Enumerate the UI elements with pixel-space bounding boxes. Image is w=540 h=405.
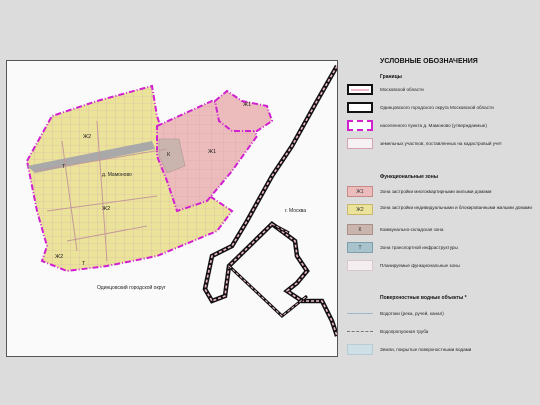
- swatch-zone-zh1: Ж1: [347, 186, 373, 197]
- zone-code: К: [167, 152, 171, 158]
- zone-code: Ж2: [83, 134, 92, 140]
- swatch-settlement-boundary: [347, 120, 373, 131]
- settlement-label: д. Мамоново: [102, 172, 132, 178]
- zone-label: Планируемые функциональные зоны: [380, 263, 460, 268]
- boundary-label: Одинцовского городского округа Московско…: [380, 105, 494, 110]
- swatch-zone-t: Т: [347, 242, 373, 253]
- swatch-planned-zones: [347, 260, 373, 271]
- water-label: Водопропускная труба: [380, 329, 429, 334]
- moscow-label: г. Москва: [285, 208, 307, 214]
- zone-code: Ж1: [208, 149, 217, 155]
- zone-label: Зона застройки индивидуальными и блокиро…: [380, 205, 532, 210]
- swatch-region-boundary: [347, 84, 373, 95]
- swatch-culvert: [347, 326, 373, 337]
- boundary-label: Московской области: [380, 87, 424, 92]
- boundary-label: земельных участков, поставленных на када…: [380, 141, 502, 146]
- zone-code: Т: [82, 261, 86, 267]
- legend-panel: УСЛОВНЫЕ ОБОЗНАЧЕНИЯ Границы Московской …: [345, 52, 535, 382]
- zone-code: Ж1: [243, 102, 252, 108]
- swatch-cadastral-plots: [347, 138, 373, 149]
- zone-label: Зона застройки многоквартирными жилыми д…: [380, 189, 492, 194]
- swatch-watercourse: [347, 308, 373, 319]
- swatch-zone-k: К: [347, 224, 373, 235]
- section-functional-title: Функциональные зоны: [380, 174, 438, 180]
- swatch-zone-zh2: Ж2: [347, 204, 373, 215]
- zone-code: Т: [62, 164, 66, 170]
- zone-code: Ж2: [102, 206, 111, 212]
- swatch-district-boundary: [347, 102, 373, 113]
- section-water-title: Поверхностные водные объекты *: [380, 295, 467, 301]
- water-label: Земли, покрытые поверхностными водами: [380, 347, 472, 352]
- district-label: Одинцовский городской округ: [97, 285, 166, 291]
- legend-title: УСЛОВНЫЕ ОБОЗНАЧЕНИЯ: [380, 58, 478, 65]
- zone-code: Ж2: [55, 254, 64, 260]
- map-sheet: д. Мамоново г. Москва Одинцовский городс…: [0, 0, 540, 405]
- section-boundaries-title: Границы: [380, 74, 402, 80]
- map-frame[interactable]: д. Мамоново г. Москва Одинцовский городс…: [6, 60, 338, 357]
- water-label: Водотоки (река, ручей, канал): [380, 311, 444, 316]
- zone-label: Коммунально-складская зона: [380, 227, 444, 232]
- zone-label: Зона транспортной инфраструктуры: [380, 245, 458, 250]
- swatch-water-surface: [347, 344, 373, 355]
- boundary-label: населенного пункта д. Мамоново (утвержда…: [380, 123, 487, 128]
